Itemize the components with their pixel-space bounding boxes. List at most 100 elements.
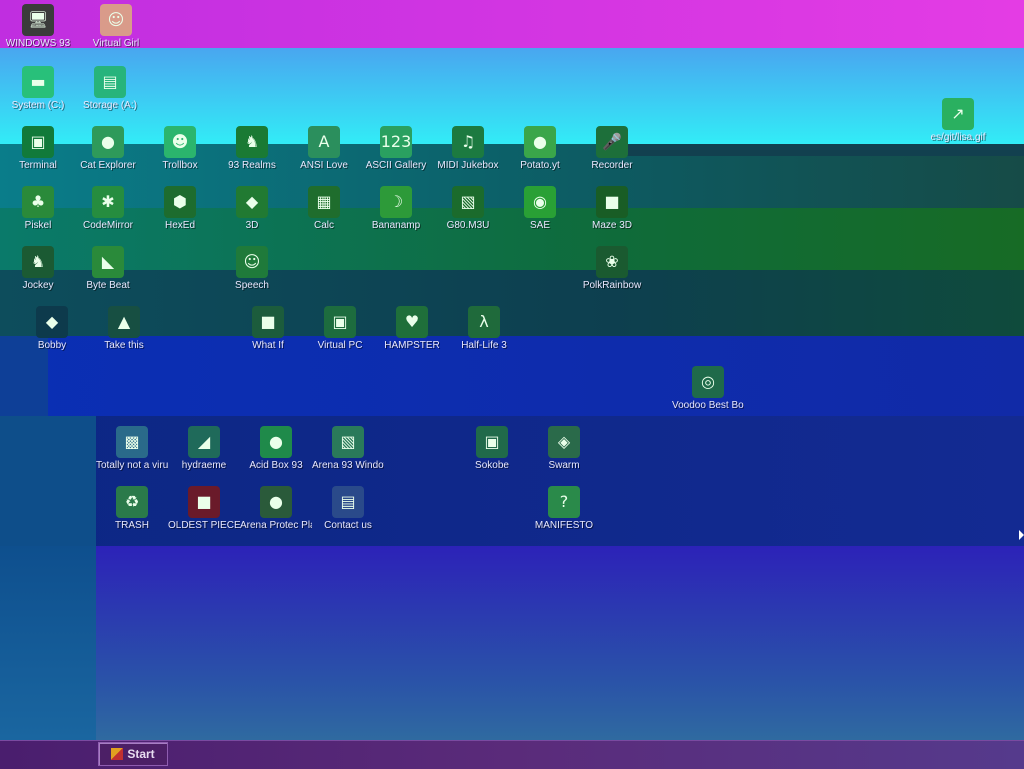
desktop-icon-label: Half-Life 3 [461, 340, 507, 351]
desktop-icon[interactable]: ◉ SAE [504, 186, 576, 242]
desktop-icon[interactable]: ▩ Totally not a virus.Trust [96, 426, 168, 482]
desktop-icon[interactable]: ♞ Jockey [2, 246, 74, 302]
app-icon: ♣ [22, 186, 54, 218]
app-icon: ◆ [236, 186, 268, 218]
desktop-icon-label: PolkRainbow [582, 280, 642, 291]
desktop-icon[interactable]: ☺ Virtual Girl [80, 4, 152, 60]
desktop-icon[interactable]: ▲ Take this [88, 306, 160, 362]
desktop-icon[interactable]: λ Half-Life 3 [448, 306, 520, 362]
start-button[interactable]: Start [98, 742, 168, 766]
app-icon: ♞ [236, 126, 268, 158]
background-band [96, 546, 1024, 740]
desktop-icon-label: Trollbox [162, 160, 198, 171]
desktop-icon-label: Terminal [19, 160, 57, 171]
desktop-icon[interactable]: ● Potato.yt [504, 126, 576, 182]
desktop-icon-label: HAMPSTER [384, 340, 440, 351]
desktop-icon[interactable]: ◢ hydraeme [168, 426, 240, 482]
desktop-icon[interactable]: ▧ G80.M3U [432, 186, 504, 242]
app-icon: ● [260, 486, 292, 518]
app-icon: ◆ [36, 306, 68, 338]
desktop-icon[interactable]: ▣ Sokobe [456, 426, 528, 482]
desktop-icon[interactable]: ✱ CodeMirror [72, 186, 144, 242]
desktop-icon[interactable]: ■ What If [232, 306, 304, 362]
desktop-icon-label: G80.M3U [446, 220, 490, 231]
desktop-icon[interactable]: ❀ PolkRainbow [576, 246, 648, 302]
app-icon: ▤ [94, 66, 126, 98]
app-icon: ◎ [692, 366, 724, 398]
desktop: 🖥 WINDOWS 93 ☺ Virtual Girl ▬ System (C:) ▤ Sto… [0, 0, 1024, 768]
desktop-icon[interactable]: ● Acid Box 93 [240, 426, 312, 482]
desktop-icon[interactable]: ◆ Bobby [16, 306, 88, 362]
desktop-icon-label: 93 Realms [228, 160, 276, 171]
app-icon: ▬ [22, 66, 54, 98]
desktop-icon[interactable]: ☻ Trollbox [144, 126, 216, 182]
desktop-icon[interactable]: ▣ Terminal [2, 126, 74, 182]
desktop-icon[interactable]: 🖥 WINDOWS 93 [2, 4, 74, 60]
desktop-icon[interactable]: ◈ Swarm [528, 426, 600, 482]
desktop-icon[interactable]: ♣ Piskel [2, 186, 74, 242]
app-icon: ⬢ [164, 186, 196, 218]
background-band [0, 546, 96, 740]
desktop-icon[interactable]: ■ OLDEST PIECE OF THE INTERNET [168, 486, 240, 542]
desktop-icon-label: WINDOWS 93 [5, 38, 71, 49]
desktop-icon[interactable]: ■ Maze 3D [576, 186, 648, 242]
desktop-icon[interactable]: 🎤 Recorder [576, 126, 648, 182]
desktop-icon[interactable]: ▤ Contact us [312, 486, 384, 542]
desktop-icon[interactable]: ⬢ HexEd [144, 186, 216, 242]
app-icon: ◢ [188, 426, 220, 458]
desktop-icon[interactable]: ♫ MIDI Jukebox [432, 126, 504, 182]
desktop-icon-label: Cat Explorer [80, 160, 136, 171]
desktop-icon[interactable]: ▬ System (C:) [2, 66, 74, 122]
app-icon: ▣ [324, 306, 356, 338]
desktop-icon-label: System (C:) [11, 100, 65, 111]
desktop-icon-label: Bananamp [371, 220, 421, 231]
desktop-icon[interactable]: ? MANIFESTO [528, 486, 600, 542]
desktop-icon[interactable]: ▧ Arena 93 Windowsrefl [312, 426, 384, 482]
desktop-icon[interactable]: ◎ Voodoo Best Box [672, 366, 744, 422]
app-icon: ❀ [596, 246, 628, 278]
desktop-icon[interactable]: ▦ Calc [288, 186, 360, 242]
app-icon: ▩ [116, 426, 148, 458]
desktop-icon[interactable]: ◆ 3D [216, 186, 288, 242]
desktop-icon[interactable]: ◣ Byte Beat [72, 246, 144, 302]
desktop-icon[interactable]: ▤ Storage (A:) [74, 66, 146, 122]
desktop-icon[interactable]: ● Arena Protec Player [240, 486, 312, 542]
app-icon: ◣ [92, 246, 124, 278]
desktop-icon[interactable]: ☽ Bananamp [360, 186, 432, 242]
desktop-icon-label: Jockey [22, 280, 54, 291]
app-icon: 🖥 [22, 4, 54, 36]
desktop-icon-label: Piskel [24, 220, 52, 231]
desktop-icon[interactable]: ♻ TRASH [96, 486, 168, 542]
desktop-icon-label: Voodoo Best Box [672, 400, 744, 411]
desktop-icon-label: ASCII Gallery [365, 160, 427, 171]
app-icon: λ [468, 306, 500, 338]
desktop-icon[interactable]: ♥ HAMPSTER [376, 306, 448, 362]
app-icon: ◈ [548, 426, 580, 458]
desktop-icon-label: 3D [245, 220, 259, 231]
app-icon: 🎤 [596, 126, 628, 158]
desktop-icon-label: OLDEST PIECE OF THE INTERNET [168, 520, 240, 531]
app-icon: ▣ [476, 426, 508, 458]
desktop-icon-shortcut[interactable]: ↗ es/git/lisa.gif [920, 98, 996, 154]
desktop-icon-label: TRASH [115, 520, 149, 531]
app-icon: ♥ [396, 306, 428, 338]
desktop-icon[interactable]: ♞ 93 Realms [216, 126, 288, 182]
desktop-icon[interactable]: A ANSI Love [288, 126, 360, 182]
desktop-icon[interactable]: ▣ Virtual PC [304, 306, 376, 362]
desktop-icon-label: Acid Box 93 [249, 460, 303, 471]
app-icon: 123 [380, 126, 412, 158]
desktop-icon-label: Speech [235, 280, 269, 291]
app-icon: ▦ [308, 186, 340, 218]
desktop-icon-label: Potato.yt [520, 160, 560, 171]
desktop-icon[interactable]: ☺ Speech [216, 246, 288, 302]
app-icon: ■ [188, 486, 220, 518]
start-label: Start [127, 747, 155, 761]
app-icon: ✱ [92, 186, 124, 218]
desktop-icon[interactable]: ● Cat Explorer [72, 126, 144, 182]
desktop-icon-label: Take this [104, 340, 144, 351]
desktop-icon[interactable]: 123 ASCII Gallery [360, 126, 432, 182]
app-icon: ☻ [164, 126, 196, 158]
desktop-icon-label: MIDI Jukebox [437, 160, 499, 171]
desktop-icon-label: Bobby [37, 340, 67, 351]
mouse-cursor [1019, 530, 1024, 540]
